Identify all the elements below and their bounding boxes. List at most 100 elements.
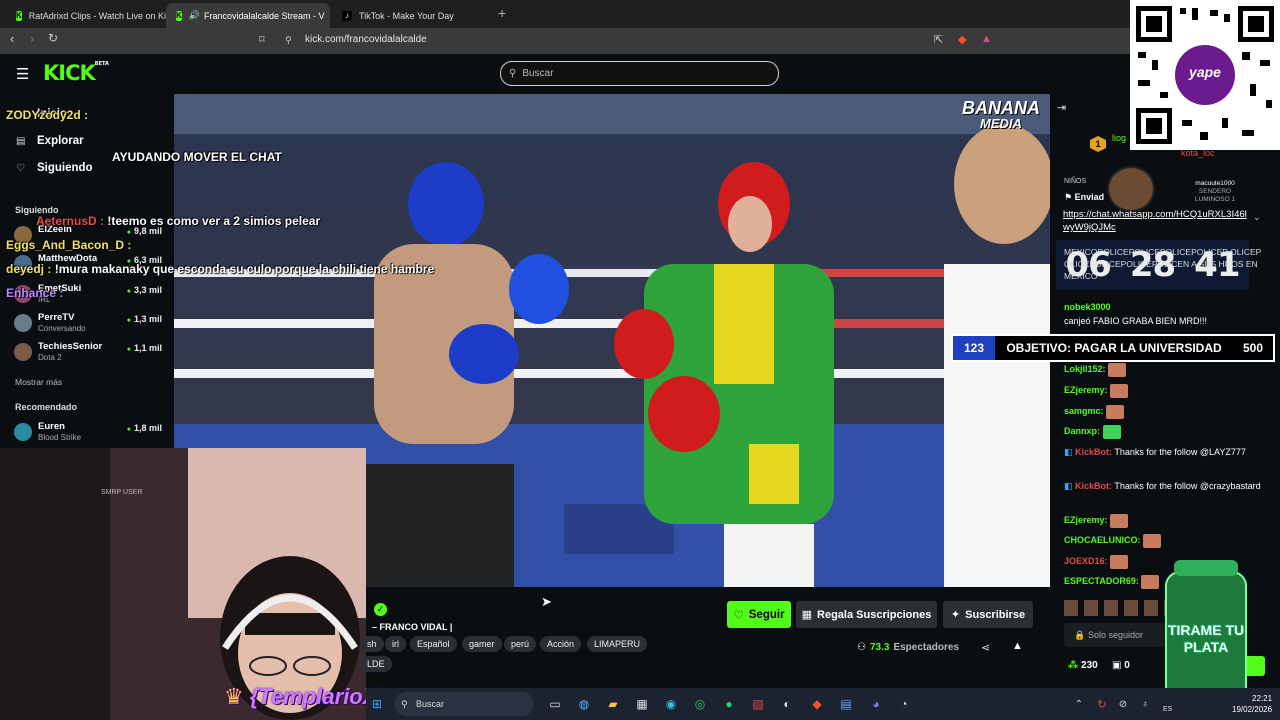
url-field[interactable]: kick.com/francovidalalcalde xyxy=(305,34,427,45)
viewer-count: 1,3 mil xyxy=(127,314,162,324)
app-icon[interactable]: ▧ xyxy=(749,695,767,713)
browser-tab[interactable]: K RatAdrixd Clips - Watch Live on Kick xyxy=(6,3,166,28)
follow-label: Seguir xyxy=(748,608,785,621)
sidebar-channel[interactable]: PerreTVConversando 1,3 mil xyxy=(14,311,166,335)
subscribe-label: Suscribirse xyxy=(965,608,1026,621)
brave-shield-icon[interactable]: ◆ xyxy=(958,33,966,46)
speaker-icon: 🔊 xyxy=(188,10,200,20)
stream-tag[interactable]: gamer xyxy=(462,636,502,652)
brave-icon[interactable]: ◆ xyxy=(808,695,826,713)
search-input[interactable]: ⚲ Buscar xyxy=(500,61,779,86)
overlay-chat-line: AeternusD : !teemo es como ver a 2 simio… xyxy=(36,214,320,228)
subscribe-button[interactable]: ✦ Suscribirse xyxy=(943,601,1033,628)
chevron-down-icon[interactable]: ⌄ xyxy=(1253,212,1261,223)
banana-media-logo: BANANA MEDIA xyxy=(962,98,1040,132)
share-icon[interactable]: ⋖ xyxy=(981,641,990,654)
copilot-icon[interactable]: ◍ xyxy=(575,695,593,713)
mic-icon[interactable]: ♁ xyxy=(1136,695,1154,713)
goal-target: 500 xyxy=(1242,341,1264,355)
collapse-chat-icon[interactable]: ⇥ xyxy=(1057,101,1066,114)
browser-tab[interactable]: ♪ TikTok - Make Your Day xyxy=(332,3,496,28)
gift-subs-button[interactable]: ▦ Regala Suscripciones xyxy=(796,601,937,628)
reload-icon[interactable]: ↻ xyxy=(48,31,58,45)
language-indicator[interactable]: ES xyxy=(1163,706,1172,713)
tray-icon[interactable]: ↻ xyxy=(1093,695,1111,713)
app-icon[interactable]: ◐ xyxy=(778,695,796,713)
channel-points[interactable]: ⁂ 230 xyxy=(1068,660,1098,671)
tirame-text: TIRAME TU PLATA xyxy=(1167,622,1245,655)
spotify-icon[interactable]: ● xyxy=(720,695,738,713)
stream-tag[interactable]: sh xyxy=(360,636,384,652)
star-icon: ✦ xyxy=(950,609,961,621)
file-explorer-icon[interactable]: ▰ xyxy=(604,695,622,713)
sent-text: Enviad xyxy=(1074,192,1105,202)
menu-icon[interactable]: ☰ xyxy=(16,65,29,83)
clock-time: 22:21 xyxy=(1252,694,1273,703)
nav-explorar[interactable]: ▤ Explorar xyxy=(16,135,84,147)
sent-label: ⚑ Enviad xyxy=(1064,192,1104,203)
emote-icon xyxy=(1110,554,1129,569)
overlay-username: Enhance : xyxy=(6,286,64,300)
rewards-icon[interactable]: ▲ xyxy=(981,33,992,45)
kicks-count[interactable]: ▣ 0 xyxy=(1112,660,1130,671)
nav-siguiendo[interactable]: ♡ Siguiendo xyxy=(16,162,93,174)
report-icon[interactable]: ▲ xyxy=(1012,640,1023,652)
chat-username: samgmc: xyxy=(1064,406,1104,416)
notepad-icon[interactable]: ▤ xyxy=(837,695,855,713)
taskbar-search[interactable]: ⚲ Buscar xyxy=(394,692,534,716)
stream-tag[interactable]: perú xyxy=(504,636,537,652)
task-view-icon[interactable]: ▭ xyxy=(546,695,564,713)
chat-username: nobek3000 xyxy=(1064,302,1111,312)
overlay-helper-text: AYUDANDO MOVER EL CHAT xyxy=(112,150,282,164)
store-icon[interactable]: ▦ xyxy=(633,695,651,713)
forward-icon[interactable]: › xyxy=(30,31,34,46)
share-icon[interactable]: ⇱ xyxy=(934,33,943,46)
viewer-label: Espectadores xyxy=(893,642,960,653)
recommended-header: Recomendado xyxy=(15,402,78,412)
follow-button[interactable]: ♡ Seguir xyxy=(727,601,791,628)
sidebar-channel[interactable]: EurenBlood Strike 1,8 mil xyxy=(14,420,166,444)
browser-tab-active[interactable]: K 🔊 Francovidalalcalde Stream - V ✕ xyxy=(166,3,330,28)
tab-title: TikTok - Make Your Day xyxy=(359,10,454,21)
site-info-icon[interactable]: ⚲ xyxy=(285,35,292,46)
logo-line: BANANA xyxy=(962,98,1040,118)
overlay-username: AeternusD : xyxy=(36,214,105,228)
chat-username: KickBot: xyxy=(1075,447,1113,457)
whatsapp-icon[interactable]: ◎ xyxy=(691,695,709,713)
close-tab-icon[interactable]: ✕ xyxy=(325,10,330,21)
stream-tag[interactable]: LDE xyxy=(360,656,392,672)
chat-input-placeholder: Solo seguidor xyxy=(1088,630,1144,640)
webcam-feed: SMRP USER xyxy=(0,448,366,720)
verified-icon: ✓ xyxy=(374,603,387,616)
chat-message: Lokjil152: xyxy=(1064,362,1274,377)
stream-tag[interactable]: irl xyxy=(385,636,406,652)
chat-text: Thanks for the follow @crazybastard xyxy=(1114,481,1261,491)
chat-username: EZjeremy: xyxy=(1064,385,1108,395)
channel-category: Conversando xyxy=(38,324,86,333)
show-more-link[interactable]: Mostrar más xyxy=(15,377,62,387)
steam-icon[interactable]: ◔ xyxy=(895,695,913,713)
clock-date: 19/02/2026 xyxy=(1232,705,1273,714)
stream-tag[interactable]: Acción xyxy=(540,636,582,652)
overlay-chat-line: deyedj : !mura makanaky que esconda su c… xyxy=(6,262,434,276)
stream-tag[interactable]: LIMAPERU xyxy=(587,636,648,652)
pinned-link[interactable]: https://chat.whatsapp.com/HCQ1uRXL3I46lw… xyxy=(1063,208,1253,234)
sidebar-channel[interactable]: TechiesSeniorDota 2 1,1 mil xyxy=(14,340,166,364)
address-bar xyxy=(0,28,1280,54)
tray-chevron-icon[interactable]: ⌃ xyxy=(1070,695,1088,713)
discord-icon[interactable]: ◕ xyxy=(867,695,885,713)
back-icon[interactable]: ‹ xyxy=(10,31,14,46)
goal-current: 123 xyxy=(953,336,995,360)
channel-name: TechiesSenior xyxy=(38,341,103,352)
kick-logo[interactable]: KICKBETA xyxy=(43,61,109,85)
stream-tag[interactable]: Español xyxy=(410,636,457,652)
new-tab-icon[interactable]: + xyxy=(498,5,506,21)
tray-icon[interactable]: ⊘ xyxy=(1114,695,1132,713)
taskbar-clock[interactable]: 22:21 19/02/2026 xyxy=(1232,693,1272,715)
streamer-box: macoute1000 SENDERO LUMINOSO 1 xyxy=(1190,180,1240,204)
crown-icon: ♛ xyxy=(224,684,244,709)
gift-icon: ▦ xyxy=(801,609,813,621)
windows-start-icon[interactable]: ⊞ xyxy=(368,695,386,713)
bookmark-icon[interactable]: ⌑ xyxy=(259,33,265,46)
edge-icon[interactable]: ◉ xyxy=(662,695,680,713)
